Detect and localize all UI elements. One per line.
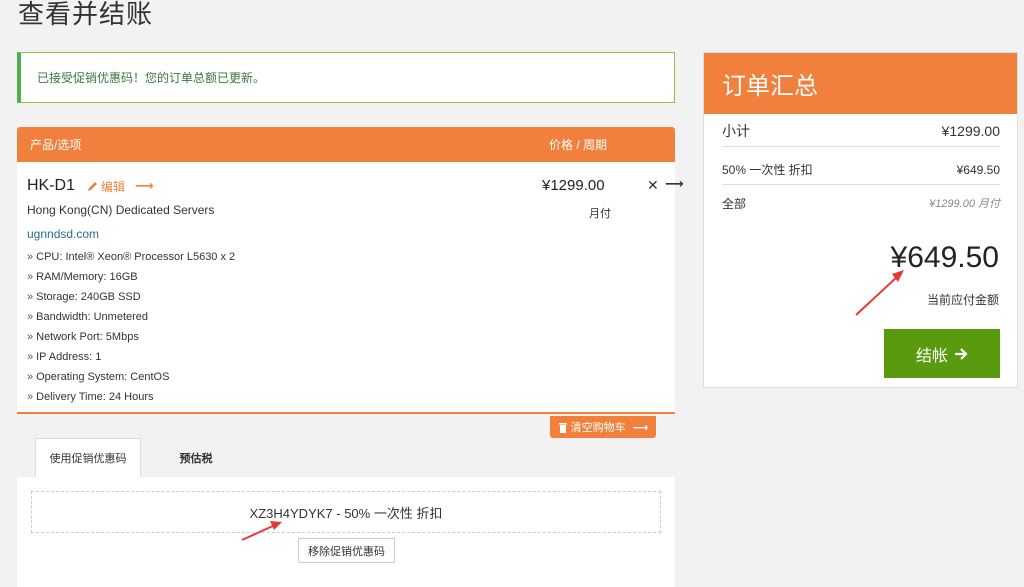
cart-header: 产品/选项 价格 / 周期 bbox=[17, 127, 675, 162]
subtotal-label: 小计 bbox=[722, 122, 750, 139]
option-item: » Delivery Time: 24 Hours bbox=[27, 391, 154, 403]
arrow-right-icon bbox=[955, 347, 968, 360]
due-label: 当前应付金额 bbox=[926, 293, 999, 307]
edit-label: 编辑 bbox=[101, 179, 126, 194]
cart-item: HK-D1 编辑 ⟶ Hong Kong(CN) Dedicated Serve… bbox=[17, 162, 675, 407]
promo-panel: XZ3H4YDYK7 - 50% 一次性 折扣 移除促销优惠码 bbox=[17, 477, 675, 587]
checkout-label: 结帐 bbox=[915, 347, 948, 365]
discount-label: 50% 一次性 折扣 bbox=[722, 163, 813, 177]
remove-promo-label: 移除促销优惠码 bbox=[308, 545, 385, 558]
tab-promo-label: 使用促销优惠码 bbox=[49, 453, 127, 465]
discount-value: ¥649.50 bbox=[956, 162, 1000, 177]
empty-cart-label: 清空购物车 bbox=[570, 422, 626, 434]
option-item: » IP Address: 1 bbox=[27, 351, 102, 363]
option-item: » Storage: 240GB SSD bbox=[27, 291, 141, 303]
header-price-cycle: 价格 / 周期 bbox=[548, 138, 607, 152]
pencil-icon bbox=[88, 182, 98, 191]
tab-promo-code[interactable]: 使用促销优惠码 bbox=[35, 438, 141, 477]
item-price: ¥1299.00 bbox=[542, 177, 605, 194]
option-item: » RAM/Memory: 16GB bbox=[27, 271, 138, 283]
arrow-right-icon: ⟶ bbox=[632, 421, 649, 434]
edit-link[interactable]: 编辑 bbox=[87, 178, 125, 195]
arrow-right-icon: ⟶ bbox=[665, 176, 684, 191]
success-alert: 已接受促销优惠码！您的订单总额已更新。 bbox=[17, 52, 675, 103]
empty-cart-button[interactable]: 清空购物车 ⟶ bbox=[550, 416, 656, 438]
checkout-page: 查看并结账 已接受促销优惠码！您的订单总额已更新。 产品/选项 价格 / 周期 … bbox=[0, 0, 1024, 587]
item-name: HK-D1 bbox=[27, 177, 76, 194]
option-item: » Operating System: CentOS bbox=[27, 371, 170, 383]
cart-table: 产品/选项 价格 / 周期 HK-D1 编辑 ⟶ Hong Kong(CN) D… bbox=[17, 127, 684, 414]
item-group: Hong Kong(CN) Dedicated Servers bbox=[27, 203, 215, 217]
option-item: » Network Port: 5Mbps bbox=[27, 331, 139, 343]
header-product: 产品/选项 bbox=[30, 138, 82, 152]
arrow-right-icon: ⟶ bbox=[135, 178, 154, 193]
item-options: » CPU: Intel® Xeon® Processor L5630 x 2 »… bbox=[27, 247, 675, 407]
item-cycle: 月付 bbox=[589, 208, 611, 220]
trash-icon bbox=[558, 422, 567, 433]
close-icon[interactable]: ✕ bbox=[647, 177, 659, 194]
subtotal-value: ¥1299.00 bbox=[941, 122, 1000, 139]
total-label: 全部 bbox=[722, 196, 747, 211]
due-amount: ¥649.50 bbox=[890, 241, 999, 274]
summary-title: 订单汇总 bbox=[722, 73, 818, 100]
subtotal-row: 小计 ¥1299.00 bbox=[722, 115, 1000, 147]
tab-estimate-tax[interactable]: 预估税 bbox=[158, 438, 234, 477]
total-row: 全部 ¥1299.00 月付 bbox=[722, 189, 1000, 217]
checkout-button[interactable]: 结帐 bbox=[884, 329, 1000, 378]
page-title: 查看并结账 bbox=[18, 0, 154, 29]
remove-promo-button[interactable]: 移除促销优惠码 bbox=[298, 538, 395, 563]
item-domain: ugnndsd.com bbox=[27, 227, 100, 241]
order-summary: 订单汇总 小计 ¥1299.00 50% 一次性 折扣 ¥649.50 全部 ¥… bbox=[703, 52, 1018, 388]
tab-tax-label: 预估税 bbox=[179, 452, 213, 465]
alert-message: 已接受促销优惠码！您的订单总额已更新。 bbox=[37, 71, 266, 85]
summary-header: 订单汇总 bbox=[704, 53, 1017, 114]
discount-row: 50% 一次性 折扣 ¥649.50 bbox=[722, 155, 1000, 185]
total-value: ¥1299.00 月付 bbox=[929, 198, 1000, 210]
applied-promo: XZ3H4YDYK7 - 50% 一次性 折扣 bbox=[31, 491, 661, 533]
applied-promo-text: XZ3H4YDYK7 - 50% 一次性 折扣 bbox=[249, 505, 443, 521]
option-item: » CPU: Intel® Xeon® Processor L5630 x 2 bbox=[27, 251, 236, 263]
option-item: » Bandwidth: Unmetered bbox=[27, 311, 149, 323]
